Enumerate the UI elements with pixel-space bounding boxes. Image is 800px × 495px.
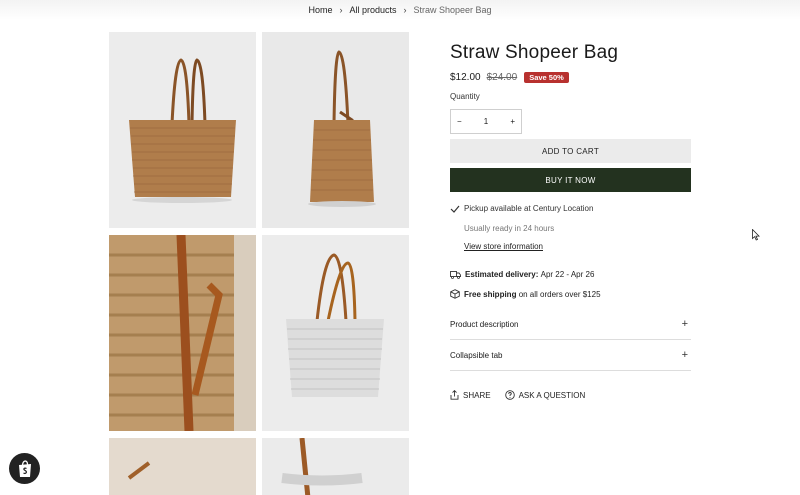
check-icon (450, 205, 460, 213)
estimated-delivery: Estimated delivery: Apr 22 - Apr 26 (450, 270, 594, 279)
box-icon (450, 289, 460, 299)
accordion-label: Collapsible tab (450, 350, 503, 360)
ask-question-button[interactable]: ASK A QUESTION (504, 390, 586, 400)
breadcrumb-home[interactable]: Home (308, 5, 332, 15)
plus-icon: + (681, 349, 688, 361)
delivery-value: Apr 22 - Apr 26 (540, 270, 595, 279)
truck-icon (450, 271, 461, 279)
price-row: $12.00 $24.00 Save 50% (450, 72, 569, 83)
share-button[interactable]: SHARE (450, 390, 491, 400)
quantity-increase-button[interactable]: + (510, 117, 515, 126)
buy-now-button[interactable]: BUY IT NOW (450, 168, 691, 192)
product-image-side[interactable] (262, 32, 409, 228)
share-icon (450, 390, 459, 400)
plus-icon: + (681, 318, 688, 330)
breadcrumb-separator: › (339, 5, 343, 15)
breadcrumb-all-products[interactable]: All products (349, 5, 396, 15)
product-actions: SHARE ASK A QUESTION (450, 390, 599, 400)
sale-badge: Save 50% (524, 72, 569, 83)
shopify-bag-icon[interactable] (9, 453, 40, 484)
sale-price: $12.00 (450, 72, 481, 83)
product-image-detail-2[interactable] (262, 438, 409, 495)
view-store-link[interactable]: View store information (464, 242, 543, 251)
quantity-decrease-button[interactable]: − (457, 117, 462, 126)
quantity-label: Quantity (450, 92, 480, 101)
pickup-text: Pickup available at Century Location (464, 204, 594, 213)
pickup-ready-text: Usually ready in 24 hours (464, 224, 555, 233)
quantity-stepper: − 1 + (450, 109, 522, 134)
delivery-label: Estimated delivery: (465, 270, 539, 279)
product-image-detail[interactable] (109, 438, 256, 495)
breadcrumb-current: Straw Shopeer Bag (413, 5, 492, 15)
share-label: SHARE (463, 390, 491, 400)
product-title: Straw Shopeer Bag (450, 42, 619, 63)
mouse-cursor-icon (752, 229, 760, 241)
quantity-input[interactable]: 1 (484, 117, 488, 126)
free-shipping: Free shipping on all orders over $125 (450, 289, 601, 299)
add-to-cart-button[interactable]: ADD TO CART (450, 139, 691, 163)
pickup-availability: Pickup available at Century Location (450, 204, 593, 213)
shipping-label: Free shipping (464, 289, 517, 299)
breadcrumb: Home › All products › Straw Shopeer Bag (0, 5, 800, 15)
accordion-collapsible-tab[interactable]: Collapsible tab + (450, 340, 691, 371)
accordion-product-description[interactable]: Product description + (450, 309, 691, 340)
accordion-label: Product description (450, 319, 519, 329)
product-image-white[interactable] (262, 235, 409, 431)
product-image-front[interactable] (109, 32, 256, 228)
question-icon (504, 390, 515, 400)
ask-question-label: ASK A QUESTION (518, 390, 586, 400)
breadcrumb-separator: › (403, 5, 407, 15)
product-info: Straw Shopeer Bag $12.00 $24.00 Save 50%… (450, 42, 691, 400)
shipping-value: on all orders over $125 (518, 289, 601, 299)
product-image-closeup[interactable] (109, 235, 256, 431)
compare-price: $24.00 (486, 72, 518, 83)
